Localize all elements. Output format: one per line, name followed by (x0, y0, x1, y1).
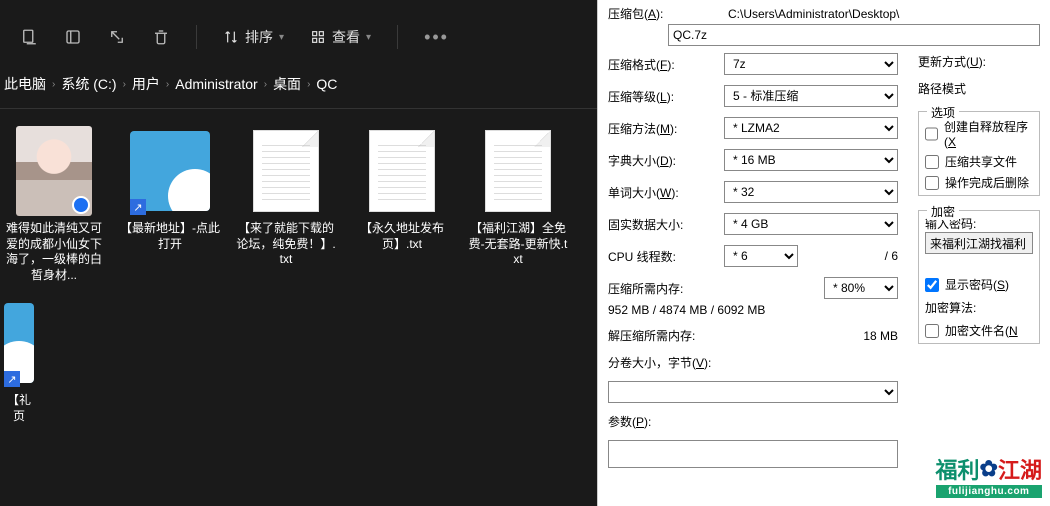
format-select[interactable]: 7z (724, 53, 898, 75)
delete-icon[interactable] (152, 28, 170, 46)
opt-shared-checkbox[interactable]: 压缩共享文件 (925, 151, 1033, 172)
divider (397, 25, 398, 49)
view-label: 查看 (332, 27, 360, 47)
update-label: 更新方式(U): (918, 55, 986, 69)
options-group: 选项 创建自释放程序(X 压缩共享文件 操作完成后删除 (918, 111, 1040, 196)
encrypt-group: 加密 输入密码: 显示密码(S) 加密算法: 加密文件名(N (918, 210, 1040, 344)
text-file-icon (253, 130, 319, 212)
level-label: 压缩等级(L): (608, 88, 718, 105)
crumb[interactable]: 此电脑 (4, 74, 46, 94)
opt-delete-after-checkbox[interactable]: 操作完成后删除 (925, 172, 1033, 193)
file-item[interactable]: 【永久地址发布页】.txt (352, 127, 452, 252)
show-password-checkbox[interactable]: 显示密码(S) (925, 274, 1033, 295)
file-item[interactable]: ↗ 【礼页 (4, 299, 34, 424)
password-input[interactable] (925, 232, 1033, 254)
crumb[interactable]: 桌面 (273, 74, 301, 94)
toolbar: 排序 ▾ 查看 ▾ ••• (0, 0, 597, 74)
text-file-icon (485, 130, 551, 212)
item-label: 【福利江湖】全免费-无套路-更新快.txt (468, 221, 568, 268)
text-file-icon (369, 130, 435, 212)
chevron-down-icon: ▾ (279, 32, 284, 43)
threads-label: CPU 线程数: (608, 248, 718, 265)
new-icon[interactable] (20, 28, 38, 46)
options-title: 选项 (927, 104, 959, 121)
mem-compress-value: 952 MB / 4874 MB / 6092 MB (608, 303, 898, 317)
encrypt-title: 加密 (927, 203, 959, 220)
threads-total: / 6 (804, 249, 898, 263)
mem-compress-label: 压缩所需内存: (608, 280, 718, 297)
dict-label: 字典大小(D): (608, 152, 718, 169)
sevenzip-dialog: 压缩包(A): C:\Users\Administrator\Desktop\ … (597, 0, 1050, 506)
opt-sfx-checkbox[interactable]: 创建自释放程序(X (925, 116, 1033, 151)
level-select[interactable]: 5 - 标准压缩 (724, 85, 898, 107)
format-label: 压缩格式(F): (608, 56, 718, 73)
sort-button[interactable]: 排序 ▾ (223, 27, 284, 47)
archive-filename-input[interactable] (668, 24, 1040, 46)
file-manager-pane: 排序 ▾ 查看 ▾ ••• 此电脑 › 系统 (C:) › 用户 › Administ… (0, 0, 597, 506)
method-select[interactable]: * LZMA2 (724, 117, 898, 139)
app-badge-icon (72, 196, 90, 214)
split-label: 分卷大小，字节(V): (608, 356, 711, 370)
file-item[interactable]: 【来了就能下载的论坛，纯免费！】.txt (236, 127, 336, 268)
shortcut-arrow-icon: ↗ (4, 371, 20, 387)
chevron-right-icon: › (166, 79, 169, 90)
encrypt-filenames-checkbox[interactable]: 加密文件名(N (925, 320, 1033, 341)
crumb[interactable]: 用户 (132, 74, 160, 94)
word-label: 单词大小(W): (608, 184, 718, 201)
chevron-down-icon: ▾ (366, 32, 371, 43)
word-select[interactable]: * 32 (724, 181, 898, 203)
items-grid: 难得如此清纯又可爱的成都小仙女下海了，一级棒的白皙身材... ↗ 【最新地址】-… (0, 109, 597, 443)
solid-select[interactable]: * 4 GB (724, 213, 898, 235)
mem-decompress-label: 解压缩所需内存: (608, 327, 695, 344)
mem-percent-select[interactable]: * 80% (824, 277, 898, 299)
chevron-right-icon: › (264, 79, 267, 90)
file-item[interactable]: 【福利江湖】全免费-无套路-更新快.txt (468, 127, 568, 268)
breadcrumb[interactable]: 此电脑 › 系统 (C:) › 用户 › Administrator › 桌面 › QC (0, 74, 597, 109)
split-select[interactable] (608, 381, 898, 403)
more-icon[interactable]: ••• (424, 27, 449, 48)
dict-select[interactable]: * 16 MB (724, 149, 898, 171)
chevron-right-icon: › (123, 79, 126, 90)
solid-label: 固实数据大小: (608, 216, 718, 233)
item-label: 【最新地址】-点此打开 (120, 221, 220, 252)
item-label: 【来了就能下载的论坛，纯免费！】.txt (236, 221, 336, 268)
params-input[interactable] (608, 440, 898, 468)
file-item[interactable]: 难得如此清纯又可爱的成都小仙女下海了，一级棒的白皙身材... (4, 127, 104, 283)
archive-dir: C:\Users\Administrator\Desktop\ (728, 7, 899, 21)
view-button[interactable]: 查看 ▾ (310, 27, 371, 47)
chevron-right-icon: › (307, 79, 310, 90)
method-label: 压缩方法(M): (608, 120, 718, 137)
sort-label: 排序 (245, 27, 273, 47)
crumb[interactable]: Administrator (175, 76, 257, 92)
image-thumbnail (16, 126, 92, 216)
crumb[interactable]: 系统 (C:) (61, 74, 116, 94)
crumb[interactable]: QC (316, 76, 337, 92)
item-label: 难得如此清纯又可爱的成都小仙女下海了，一级棒的白皙身材... (4, 221, 104, 283)
params-label: 参数(P): (608, 415, 651, 429)
item-label: 【永久地址发布页】.txt (352, 221, 452, 252)
divider (196, 25, 197, 49)
share-icon[interactable] (108, 28, 126, 46)
shortcut-arrow-icon: ↗ (130, 199, 146, 215)
watermark-logo: 福利✿江湖 fulijianghu.com (936, 453, 1042, 498)
cut-icon[interactable] (64, 28, 82, 46)
enc-method-label: 加密算法: (925, 295, 1033, 320)
threads-select[interactable]: * 6 (724, 245, 798, 267)
file-item[interactable]: ↗ 【最新地址】-点此打开 (120, 127, 220, 252)
archive-label: 压缩包(A): (608, 5, 728, 22)
pathmode-label: 路径模式 (918, 80, 1040, 97)
chevron-right-icon: › (52, 79, 55, 90)
mem-decompress-value: 18 MB (701, 329, 898, 343)
item-label: 【礼页 (4, 393, 34, 424)
